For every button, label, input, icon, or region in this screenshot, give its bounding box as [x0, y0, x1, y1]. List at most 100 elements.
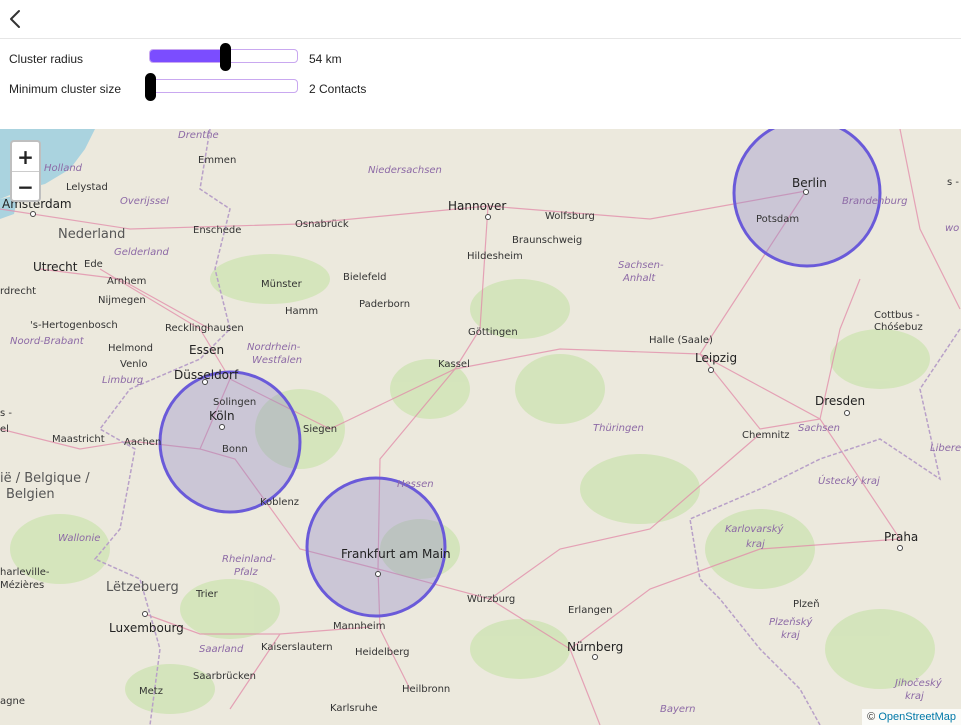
label-holland: Holland [44, 163, 83, 174]
label-nrw-2: Westfalen [252, 355, 302, 366]
label-nederland: Nederland [58, 227, 125, 242]
label-arnhem: Arnhem [107, 276, 146, 287]
map-view[interactable]: Drenthe Emmen Holland Lelystad Overijsse… [0, 129, 961, 725]
label-sachsen-anhalt-1: Sachsen- [618, 260, 664, 271]
label-solingen: Solingen [213, 397, 256, 408]
label-leipzig: Leipzig [695, 351, 737, 365]
label-berlin: Berlin [792, 176, 827, 190]
label-ustecky: Ústecký kraj [818, 474, 880, 487]
label-praha: Praha [884, 530, 918, 544]
label-nijmegen: Nijmegen [98, 295, 146, 306]
label-maastricht: Maastricht [52, 434, 105, 445]
label-wallonie: Wallonie [58, 533, 100, 544]
openstreetmap-link[interactable]: OpenStreetMap [878, 711, 956, 723]
label-venlo: Venlo [120, 359, 147, 370]
label-hildesheim: Hildesheim [467, 251, 523, 262]
label-jihocesky-1: Jihočeský [893, 677, 943, 689]
label-wuerzburg: Würzburg [467, 594, 515, 605]
label-trier: Trier [195, 589, 219, 600]
label-koeln: Köln [209, 409, 235, 423]
cluster-radius-slider[interactable] [149, 43, 298, 71]
label-nuernberg: Nürnberg [567, 640, 623, 654]
label-overijssel: Overijssel [120, 196, 169, 207]
zoom-in-button[interactable]: + [12, 142, 39, 172]
cluster-controls: Cluster radius 54 km Minimum cluster siz… [0, 39, 961, 129]
label-s-hertogenbosch: 's-Hertogenbosch [30, 320, 118, 331]
map-tiles: Drenthe Emmen Holland Lelystad Overijsse… [0, 129, 961, 725]
label-drenthe: Drenthe [178, 130, 219, 141]
label-luxembourg: Luxembourg [109, 621, 184, 635]
label-chemnitz: Chemnitz [742, 430, 790, 441]
label-belgique-2: Belgien [6, 487, 55, 502]
label-charleville-2: Mézières [0, 579, 44, 591]
label-karlovarsky-1: Karlovarský [725, 523, 784, 535]
label-plzen: Plzeň [793, 598, 820, 610]
top-bar [0, 0, 961, 39]
label-kassel: Kassel [438, 359, 470, 370]
label-rheinland-1: Rheinland- [222, 554, 276, 565]
label-bonn: Bonn [222, 444, 248, 455]
label-rheinland-2: Pfalz [234, 567, 258, 578]
min-cluster-size-slider[interactable] [145, 73, 298, 101]
cluster-radius-label: Cluster radius [9, 52, 84, 66]
label-cottbus-1: Cottbus - [874, 310, 920, 321]
label-niedersachsen: Niedersachsen [368, 165, 442, 176]
label-hamm: Hamm [285, 306, 318, 317]
label-enschede: Enschede [193, 225, 241, 236]
label-noord-brabant: Noord-Brabant [10, 336, 85, 347]
label-muenster: Münster [261, 279, 303, 290]
cluster-circle-koeln[interactable] [158, 370, 302, 514]
label-karlovarsky-2: kraj [746, 539, 765, 550]
label-aachen: Aachen [124, 437, 161, 448]
label-dresden: Dresden [815, 394, 865, 408]
label-cottbus-2: Chóśebuz [874, 321, 923, 333]
zoom-out-button[interactable]: − [12, 172, 39, 201]
label-nrw-1: Nordrhein- [247, 342, 301, 353]
label-bayern: Bayern [660, 704, 696, 715]
min-cluster-size-value: 2 Contacts [309, 82, 367, 96]
label-belgique-1: ië / Belgique / [0, 471, 90, 486]
label-s-dash: s - [0, 408, 12, 419]
label-wo: wo [945, 223, 959, 234]
zoom-control: + − [10, 140, 41, 202]
label-liberec: Libere [930, 443, 961, 454]
label-brandenburg: Brandenburg [842, 196, 907, 207]
cluster-radius-slider-fill [150, 50, 225, 62]
label-ls: s - [947, 177, 959, 188]
label-thueringen: Thüringen [593, 423, 644, 434]
chevron-left-icon [10, 10, 20, 28]
label-halle: Halle (Saale) [649, 335, 713, 346]
label-utrecht: Utrecht [33, 260, 78, 274]
back-button[interactable] [4, 6, 26, 32]
label-essen: Essen [189, 343, 224, 357]
label-plzensky-1: Plzeňský [769, 616, 814, 628]
label-emmen: Emmen [198, 155, 236, 166]
label-hannover: Hannover [448, 199, 506, 213]
label-paderborn: Paderborn [359, 299, 410, 310]
label-jihocesky-2: kraj [905, 691, 924, 702]
cluster-radius-slider-thumb[interactable] [219, 43, 231, 71]
label-letzebuerg: Lëtzebuerg [106, 580, 179, 595]
min-cluster-size-slider-thumb[interactable] [145, 73, 156, 101]
label-charleville-1: harleville- [0, 567, 50, 578]
label-lelystad: Lelystad [66, 182, 108, 193]
label-braunschweig: Braunschweig [512, 235, 582, 246]
min-cluster-size-label: Minimum cluster size [9, 82, 122, 96]
label-gelderland: Gelderland [114, 247, 170, 258]
cluster-radius-value: 54 km [309, 52, 342, 66]
label-rdrecht: rdrecht [0, 286, 36, 297]
forest-areas [10, 254, 935, 714]
label-hessen: Hessen [397, 479, 434, 490]
label-limburg: Limburg [102, 375, 143, 386]
attribution-copyright: © [867, 711, 876, 723]
label-sachsen: Sachsen [798, 423, 840, 434]
label-erlangen: Erlangen [568, 605, 613, 616]
label-karlsruhe: Karlsruhe [330, 703, 378, 714]
label-saarland: Saarland [199, 644, 244, 655]
label-el: el [0, 424, 9, 435]
label-siegen: Siegen [303, 424, 337, 435]
label-heidelberg: Heidelberg [355, 647, 410, 658]
label-saarbruecken: Saarbrücken [193, 671, 256, 682]
label-plzensky-2: kraj [781, 630, 800, 641]
label-ede: Ede [84, 259, 103, 270]
